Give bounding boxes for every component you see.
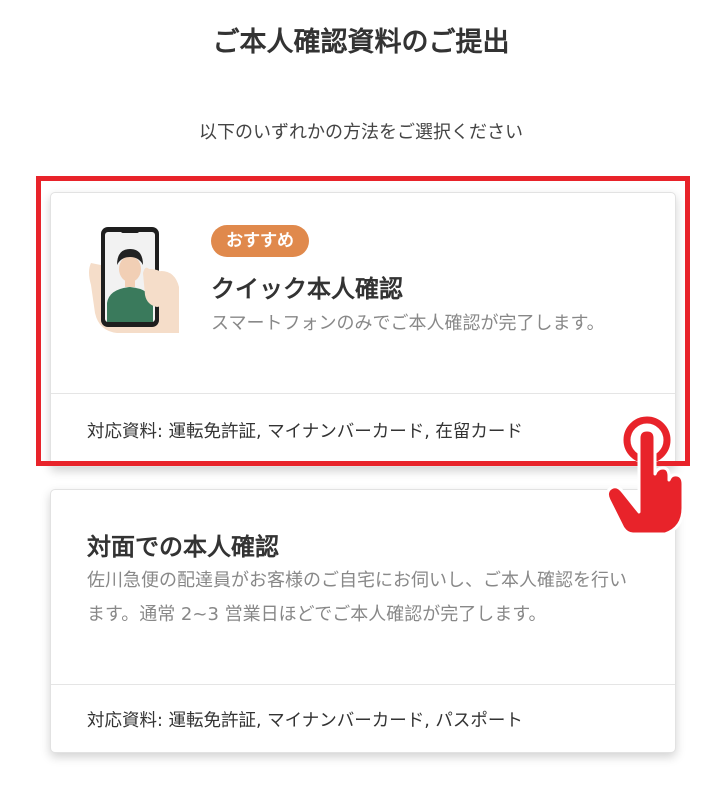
in-person-verification-card[interactable]: 対面での本人確認 佐川急便の配達員がお客様のご自宅にお伺いし、ご本人確認を行いま… bbox=[50, 489, 676, 753]
card-description: スマートフォンのみでご本人確認が完了します。 bbox=[211, 313, 605, 334]
page-subtitle: 以下のいずれかの方法をご選択ください bbox=[199, 122, 523, 143]
card-description: 佐川急便の配達員がお客様のご自宅にお伺いし、ご本人確認を行います。通常 2~3 … bbox=[87, 570, 627, 625]
divider bbox=[51, 393, 675, 394]
quick-verification-card[interactable]: おすすめ クイック本人確認 スマートフォンのみでご本人確認が完了します。 対応資… bbox=[50, 192, 676, 467]
divider bbox=[51, 684, 675, 685]
card-title: 対面での本人確認 bbox=[87, 533, 279, 561]
supported-documents: 対応資料: 運転免許証, マイナンバーカード, 在留カード bbox=[87, 422, 523, 442]
page-title: ご本人確認資料のご提出 bbox=[212, 27, 510, 58]
phone-selfie-icon bbox=[89, 227, 179, 333]
supported-documents: 対応資料: 運転免許証, マイナンバーカード, パスポート bbox=[87, 711, 523, 731]
card-title: クイック本人確認 bbox=[211, 275, 403, 303]
recommended-badge: おすすめ bbox=[211, 225, 309, 257]
